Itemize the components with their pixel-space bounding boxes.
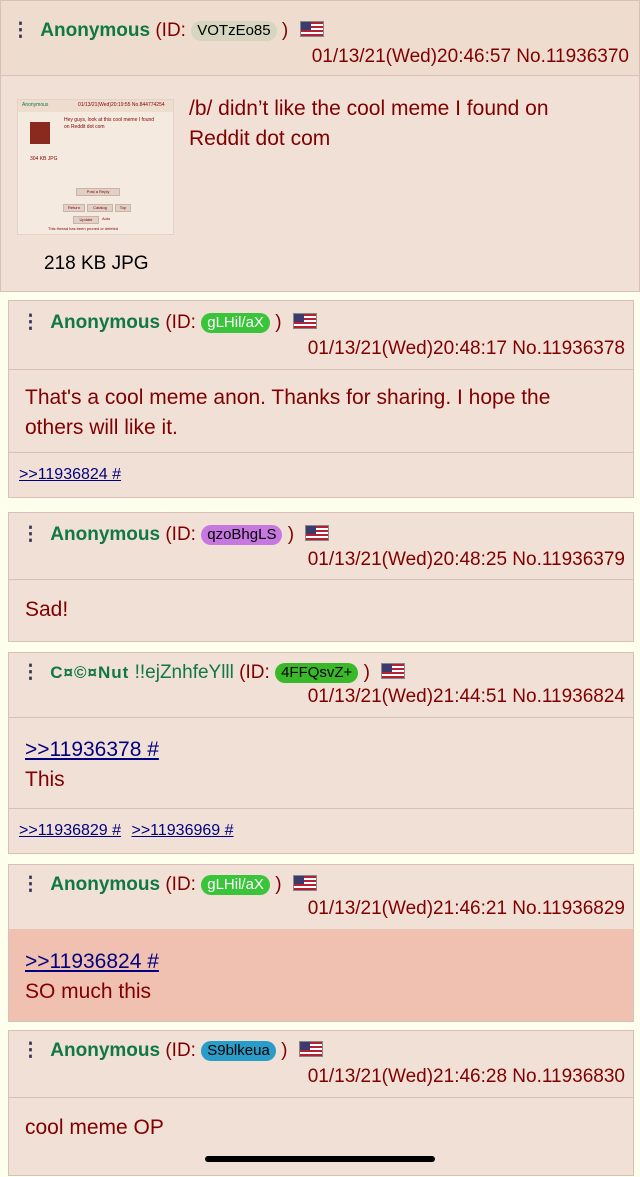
poster-tripcode: !!ejZnhfeYlll	[134, 662, 234, 683]
us-flag-icon	[298, 1041, 323, 1057]
post-header: ⋮ Anonymous (ID: S9blkeua ) 01/13/21(Wed…	[9, 1031, 633, 1098]
quote-link[interactable]: >>11936378 #	[25, 735, 159, 765]
post-header: ⋮ Anonymous (ID: gLHil/aX ) 01/13/21(Wed…	[9, 865, 633, 930]
post-header: ⋮ Anonymous (ID: VOTzEo85 ) 01/13/21(Wed…	[1, 1, 639, 76]
poster-name: Anonymous	[50, 874, 161, 895]
poster-id[interactable]: 4FFQsvZ+	[275, 663, 359, 683]
poster-name: Anonymous	[50, 312, 161, 333]
post-replies: >>11936824 #	[9, 452, 633, 497]
thumb-update: Update	[73, 216, 99, 224]
reply-post: ⋮ Anonymous (ID: gLHil/aX ) 01/13/21(Wed…	[8, 864, 634, 1022]
id-label: (ID:	[165, 1040, 196, 1061]
id-close: )	[287, 524, 295, 545]
post-datetime: 01/13/21(Wed)20:46:57	[311, 46, 512, 67]
reply-link[interactable]: >>11936829 #	[19, 822, 121, 839]
post-text-line: Sad!	[25, 598, 69, 621]
post-menu-icon[interactable]: ⋮	[21, 1040, 40, 1061]
post-number[interactable]: No.11936829	[512, 898, 625, 919]
id-close: )	[275, 874, 282, 895]
poster-id[interactable]: gLHil/aX	[201, 875, 270, 895]
reply-link[interactable]: >>11936969 #	[131, 822, 233, 839]
post-body: cool meme OP	[9, 1097, 633, 1177]
id-label: (ID:	[165, 874, 196, 895]
thumb-pruned: This thread has been pruned or deleted	[48, 226, 119, 231]
thumb-image	[30, 122, 50, 144]
thumb-line2: on Reddit dot com	[64, 124, 105, 130]
post-body: >>11936378 # This	[9, 717, 633, 809]
post-number[interactable]: No.11936370	[516, 46, 629, 67]
thumb-file: 304 KB JPG	[30, 156, 58, 162]
post-header: ⋮ Anonymous (ID: qzoBhgLS ) 01/13/21(Wed…	[9, 513, 633, 580]
reply-link[interactable]: >>11936824 #	[19, 466, 121, 483]
poster-id[interactable]: qzoBhgLS	[201, 525, 283, 545]
post-menu-icon[interactable]: ⋮	[11, 20, 30, 41]
id-label: (ID:	[239, 662, 270, 683]
poster-name: C¤©¤Nut	[50, 663, 130, 682]
id-close: )	[281, 1040, 288, 1061]
thumb-top: Top	[115, 204, 131, 212]
post-text-line: others will like it.	[25, 416, 178, 439]
poster-id[interactable]: gLHil/aX	[201, 313, 270, 333]
post-text-line: SO much this	[25, 980, 152, 1003]
thumb-catalog: Catalog	[87, 204, 113, 212]
poster-id[interactable]: S9blkeua	[201, 1041, 276, 1061]
file-info[interactable]: 218 KB JPG	[44, 253, 149, 275]
quote-link[interactable]: >>11936824 #	[25, 947, 159, 977]
us-flag-icon	[305, 525, 330, 541]
thumb-return: Return	[63, 204, 85, 212]
post-datetime: 01/13/21(Wed)20:48:17	[307, 338, 508, 359]
post-menu-icon[interactable]: ⋮	[21, 662, 40, 683]
post-text-line: That's a cool meme anon. Thanks for shar…	[25, 386, 551, 409]
post-body: Sad!	[9, 579, 633, 641]
post-text-line: Reddit dot com	[189, 127, 331, 150]
post-text-line: /b/ didn’t like the cool meme I found on	[189, 97, 549, 120]
post-header: ⋮ Anonymous (ID: gLHil/aX ) 01/13/21(Wed…	[9, 301, 633, 370]
thumb-line1: Hey guys, look at this cool meme I found	[64, 117, 155, 123]
post-number[interactable]: No.11936824	[512, 686, 625, 707]
post-number[interactable]: No.11936830	[512, 1066, 625, 1087]
poster-id[interactable]: VOTzEo85	[191, 21, 277, 41]
thumb-post-reply: Post a Reply	[76, 188, 120, 196]
id-close: )	[275, 312, 282, 333]
poster-name: Anonymous	[40, 20, 151, 41]
home-indicator[interactable]	[205, 1156, 435, 1162]
thumb-header-name: Anonymous	[22, 102, 49, 108]
post-menu-icon[interactable]: ⋮	[21, 524, 40, 545]
reply-post: ⋮ Anonymous (ID: S9blkeua ) 01/13/21(Wed…	[8, 1030, 634, 1176]
post-body-highlighted: >>11936824 # SO much this	[9, 929, 633, 1021]
id-close: )	[363, 662, 370, 683]
id-label: (ID:	[165, 524, 196, 545]
post-number[interactable]: No.11936379	[512, 549, 625, 570]
post-thumbnail[interactable]: Anonymous 01/13/21(Wed)20:19:55 No.84477…	[17, 99, 174, 235]
post-op: ⋮ Anonymous (ID: VOTzEo85 ) 01/13/21(Wed…	[0, 0, 640, 292]
thumb-auto: Auto	[102, 216, 111, 221]
post-header: ⋮ C¤©¤Nut !!ejZnhfeYlll (ID: 4FFQsvZ+ ) …	[9, 653, 633, 718]
reply-post: ⋮ Anonymous (ID: qzoBhgLS ) 01/13/21(Wed…	[8, 512, 634, 642]
id-label: (ID:	[165, 312, 196, 333]
poster-name: Anonymous	[50, 1040, 161, 1061]
post-menu-icon[interactable]: ⋮	[21, 874, 40, 895]
us-flag-icon	[381, 663, 406, 679]
post-datetime: 01/13/21(Wed)21:46:28	[307, 1066, 508, 1087]
us-flag-icon	[292, 313, 317, 329]
thumb-header-meta: 01/13/21(Wed)20:19:55 No.844774254	[78, 102, 165, 108]
poster-name: Anonymous	[50, 524, 161, 545]
post-text-line: This	[25, 768, 65, 791]
us-flag-icon	[299, 21, 324, 37]
id-label: (ID:	[155, 20, 186, 41]
post-text: /b/ didn’t like the cool meme I found on…	[189, 94, 549, 154]
post-text-line: cool meme OP	[25, 1116, 164, 1139]
post-replies: >>11936829 # >>11936969 #	[9, 808, 633, 853]
post-menu-icon[interactable]: ⋮	[21, 312, 40, 333]
post-datetime: 01/13/21(Wed)20:48:25	[307, 549, 508, 570]
reply-post: ⋮ C¤©¤Nut !!ejZnhfeYlll (ID: 4FFQsvZ+ ) …	[8, 652, 634, 854]
id-close: )	[281, 20, 289, 41]
post-datetime: 01/13/21(Wed)21:44:51	[307, 686, 508, 707]
post-number[interactable]: No.11936378	[512, 338, 625, 359]
post-datetime: 01/13/21(Wed)21:46:21	[307, 898, 508, 919]
reply-post: ⋮ Anonymous (ID: gLHil/aX ) 01/13/21(Wed…	[8, 300, 634, 498]
us-flag-icon	[292, 875, 317, 891]
post-body: That's a cool meme anon. Thanks for shar…	[9, 369, 633, 455]
